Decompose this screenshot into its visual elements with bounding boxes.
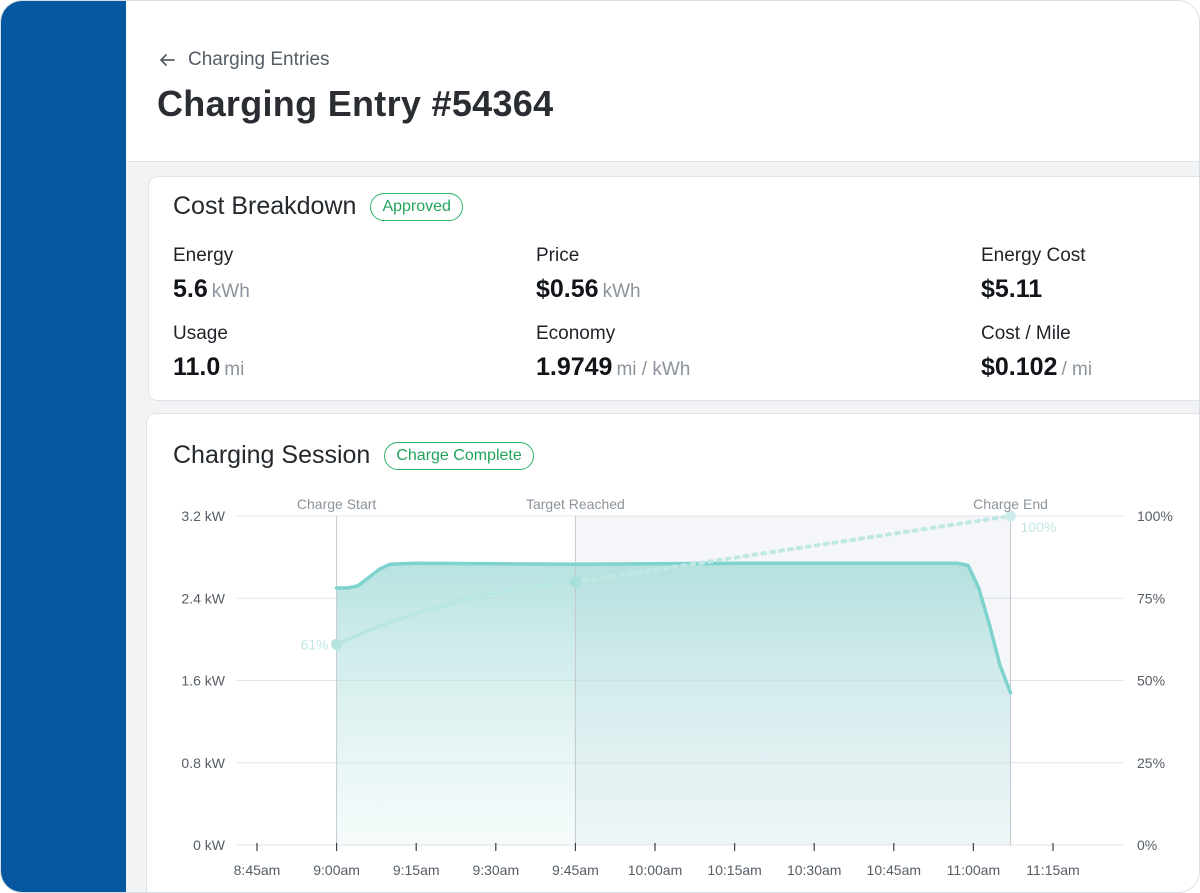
metric-label: Usage xyxy=(173,323,228,344)
x-axis-tick-label: 11:15am xyxy=(1026,862,1079,878)
back-link-label: Charging Entries xyxy=(188,49,330,70)
metric-usage: Usage 11.0 mi xyxy=(173,323,244,382)
x-axis-tick-label: 10:30am xyxy=(787,862,841,878)
x-axis-tick-label: 9:00am xyxy=(313,862,360,878)
y-axis-left-tick-label: 1.6 kW xyxy=(181,673,225,689)
soc-start-point xyxy=(331,638,343,650)
metric-value: 11.0 xyxy=(173,353,221,381)
metric-value: 5.6 xyxy=(173,275,208,303)
x-axis-tick-label: 8:45am xyxy=(234,862,281,878)
y-axis-right-tick-label: 0% xyxy=(1137,837,1157,853)
y-axis-left-tick-label: 3.2 kW xyxy=(181,508,225,524)
metric-unit: mi xyxy=(224,359,245,380)
x-axis-tick-label: 10:45am xyxy=(867,862,921,878)
y-axis-left-tick-label: 0.8 kW xyxy=(181,755,225,771)
metric-unit: kWh xyxy=(211,281,250,302)
metric-label: Energy xyxy=(173,245,234,266)
x-axis-tick-label: 10:15am xyxy=(707,862,761,878)
soc-point-label: 61% xyxy=(301,636,329,652)
cost-breakdown-header: Cost Breakdown Approved xyxy=(173,192,463,221)
back-link[interactable]: Charging Entries xyxy=(158,49,330,71)
x-axis-tick-label: 10:00am xyxy=(628,862,682,878)
metric-unit: mi / kWh xyxy=(616,359,691,380)
metric-value: $0.56 xyxy=(536,275,599,303)
metric-label: Price xyxy=(536,245,580,266)
marker-label: Charge Start xyxy=(297,496,376,512)
arrow-left-icon xyxy=(160,54,175,66)
metric-unit: kWh xyxy=(602,281,641,302)
y-axis-right-tick-label: 75% xyxy=(1137,590,1165,606)
metric-value: $5.11 xyxy=(981,275,1043,303)
app-window: Charging Entries Charging Entry #54364 C… xyxy=(0,0,1200,893)
y-axis-right-tick-label: 100% xyxy=(1137,508,1173,524)
metric-economy: Economy 1.9749 mi / kWh xyxy=(536,323,690,382)
cost-breakdown-title: Cost Breakdown xyxy=(173,192,357,220)
metric-label: Cost / Mile xyxy=(981,323,1071,344)
metric-value: 1.9749 xyxy=(536,353,613,381)
page-title: Charging Entry #54364 xyxy=(157,83,554,124)
metric-unit: / mi xyxy=(1061,359,1093,380)
y-axis-right-tick-label: 25% xyxy=(1137,755,1165,771)
metric-label: Energy Cost xyxy=(981,245,1086,266)
y-axis-left-tick-label: 0 kW xyxy=(193,837,226,853)
metric-energy-cost: Energy Cost $5.11 xyxy=(981,245,1086,304)
metric-cost-per-mile: Cost / Mile $0.102/ mi xyxy=(981,323,1092,382)
charging-session-card: Charging Session Charge Complete 61% 100%… xyxy=(146,413,1199,892)
x-axis-tick-label: 11:00am xyxy=(947,862,1000,878)
soc-end-point xyxy=(1005,510,1017,522)
marker-label: Charge End xyxy=(973,496,1048,512)
soc-point-label: 100% xyxy=(1021,519,1057,535)
x-axis-tick-label: 9:30am xyxy=(472,862,519,878)
x-axis-tick-label: 9:45am xyxy=(552,862,599,878)
metric-label: Economy xyxy=(536,323,616,344)
metric-value: $0.102 xyxy=(981,353,1058,381)
x-axis-tick-label: 9:15am xyxy=(393,862,440,878)
metric-energy: Energy 5.6 kWh xyxy=(173,245,250,304)
charging-session-chart: 61% 100% Charge Start Target Reached Charge … xyxy=(181,496,1173,878)
y-axis-right-tick-label: 50% xyxy=(1137,673,1165,689)
sidebar xyxy=(1,1,126,892)
metric-price: Price $0.56 kWh xyxy=(536,245,641,304)
status-badge-approved: Approved xyxy=(370,192,463,221)
cost-breakdown-card: Cost Breakdown Approved Energy 5.6 kWh Pr… xyxy=(148,176,1199,401)
soc-target-point xyxy=(569,576,581,588)
page-header: Charging Entries Charging Entry #54364 xyxy=(126,1,1199,162)
main-content: Cost Breakdown Approved Energy 5.6 kWh Pr… xyxy=(126,162,1199,892)
y-axis-left-tick-label: 2.4 kW xyxy=(181,590,225,606)
marker-label: Target Reached xyxy=(526,496,625,512)
